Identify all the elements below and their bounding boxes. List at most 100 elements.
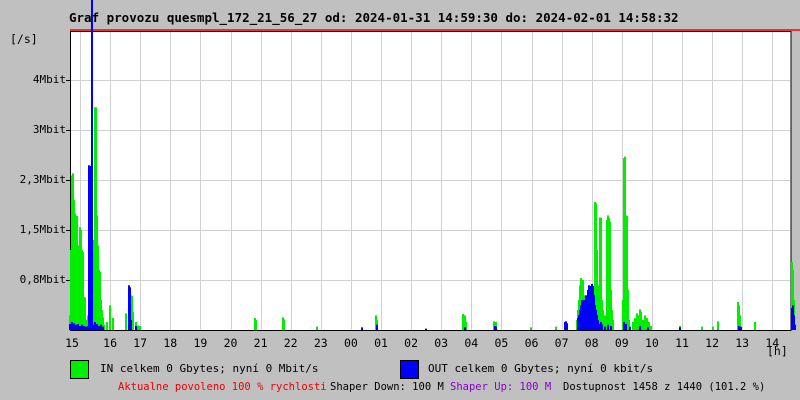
y-tick-label: 0,8Mbit	[19, 273, 66, 286]
traffic-spike-in	[139, 325, 141, 330]
x-tick-label: 08	[584, 336, 599, 350]
traffic-spike-out	[102, 326, 104, 330]
traffic-spike-in	[125, 313, 127, 330]
traffic-spike-out	[610, 325, 612, 330]
legend-out-label: OUT celkem 0 Gbytes; nyní 0 kbit/s	[428, 362, 654, 375]
traffic-spike-out	[69, 323, 71, 330]
traffic-spike-in	[283, 319, 285, 330]
traffic-spike-out	[464, 327, 466, 330]
legend-in-swatch	[70, 360, 89, 379]
x-tick-label: 10	[644, 336, 659, 350]
traffic-spike-out	[738, 325, 740, 330]
x-tick-label: 20	[223, 336, 238, 350]
x-tick-label: 02	[404, 336, 419, 350]
traffic-graph-page: { "title": "Graf provozu quesmpl_172_21_…	[0, 0, 800, 400]
traffic-spike-in	[650, 325, 652, 330]
traffic-spike-out	[376, 324, 378, 330]
x-tick-label: 22	[283, 336, 298, 350]
traffic-spike-in	[555, 326, 557, 330]
traffic-spike-out	[625, 323, 627, 330]
x-tick-label: 14	[765, 336, 780, 350]
x-tick-label: 16	[103, 336, 118, 350]
traffic-spike-out	[79, 325, 81, 330]
traffic-spike-out	[89, 165, 91, 330]
traffic-spike-out	[623, 321, 625, 330]
traffic-spike-out	[740, 326, 742, 330]
traffic-spike-out	[73, 323, 75, 330]
traffic-spike-out	[495, 326, 497, 330]
traffic-spike-out	[639, 325, 641, 330]
traffic-spike-out	[92, 324, 94, 330]
traffic-spike-out	[679, 327, 681, 330]
traffic-spike-out	[77, 323, 79, 330]
x-tick-label: 01	[374, 336, 388, 350]
traffic-spike-out	[607, 324, 609, 330]
x-tick-label: 11	[675, 336, 689, 350]
legend-in-label: IN celkem 0 Gbytes; nyní 0 Mbit/s	[100, 362, 319, 375]
traffic-spike-in	[132, 311, 134, 330]
x-tick-label: 04	[464, 336, 479, 350]
traffic-spike-out	[81, 324, 83, 330]
x-tick-label: 19	[193, 336, 208, 350]
traffic-spike-out	[75, 324, 77, 330]
traffic-spike-out	[91, 0, 93, 330]
traffic-spike-out	[98, 325, 100, 330]
traffic-spike-out	[794, 324, 796, 330]
traffic-spike-out	[566, 323, 568, 330]
traffic-spike-out	[601, 324, 603, 330]
x-tick-label: 06	[524, 336, 539, 350]
y-axis-unit-label: [/s]	[10, 32, 38, 46]
y-axis-ticks	[66, 80, 70, 281]
y-tick-label: 3Mbit	[32, 123, 66, 136]
traffic-spike-in	[530, 327, 532, 330]
traffic-spike-out	[647, 327, 649, 330]
traffic-spike-in	[642, 319, 644, 330]
traffic-spike-out	[361, 327, 363, 330]
status-availability: Dostupnost 1458 z 1440 (101.2 %)	[563, 381, 766, 393]
traffic-spike-in	[717, 321, 719, 330]
x-tick-label: 05	[494, 336, 509, 350]
x-tick-label: 00	[343, 336, 358, 350]
x-tick-label: 23	[313, 336, 328, 350]
traffic-spike-out	[425, 328, 427, 331]
x-tick-label: 07	[554, 336, 569, 350]
x-tick-label: 15	[65, 336, 79, 350]
traffic-spike-out	[100, 324, 102, 330]
traffic-spike-in	[137, 325, 139, 330]
traffic-spike-in	[634, 317, 636, 330]
x-tick-label: 09	[614, 336, 629, 350]
legend-out-swatch	[400, 360, 419, 379]
traffic-spike-in	[701, 326, 703, 330]
traffic-spike-out	[629, 326, 631, 330]
traffic-spike-in	[712, 326, 714, 330]
traffic-spike-in	[612, 319, 614, 330]
traffic-spike-in	[109, 305, 111, 330]
x-tick-label: 13	[735, 336, 750, 350]
graph-title: Graf provozu quesmpl_172_21_56_27 od: 20…	[69, 10, 679, 25]
traffic-spike-in	[754, 321, 756, 330]
traffic-spike-out	[604, 326, 606, 330]
x-tick-label: 17	[133, 336, 148, 350]
traffic-spike-in	[462, 313, 464, 330]
x-tick-label: 18	[163, 336, 178, 350]
y-tick-label: 1,5Mbit	[19, 223, 66, 236]
traffic-spike-out	[85, 326, 87, 330]
status-allowed-speed: Aktualne povoleno 100 % rychlosti	[118, 381, 327, 393]
traffic-spike-in	[316, 326, 318, 330]
traffic-spike-in	[106, 321, 108, 330]
status-shaper-up: Shaper Up: 100 M	[450, 381, 552, 393]
traffic-spike-in	[255, 319, 257, 330]
traffic-spike-out	[130, 319, 132, 330]
traffic-spike-out	[83, 325, 85, 330]
traffic-spike-out	[94, 321, 96, 330]
x-tick-label: 21	[253, 336, 268, 350]
x-tick-label: 03	[434, 336, 449, 350]
x-tick-label: 12	[705, 336, 720, 350]
y-tick-label: 2,3Mbit	[19, 173, 66, 186]
y-tick-label: 4Mbit	[32, 73, 66, 86]
traffic-spike-out	[96, 323, 98, 330]
traffic-spike-in	[112, 317, 114, 330]
traffic-spike-in	[632, 321, 634, 330]
traffic-spike-in	[644, 315, 646, 330]
status-shaper-down: Shaper Down: 100 M	[330, 381, 444, 393]
